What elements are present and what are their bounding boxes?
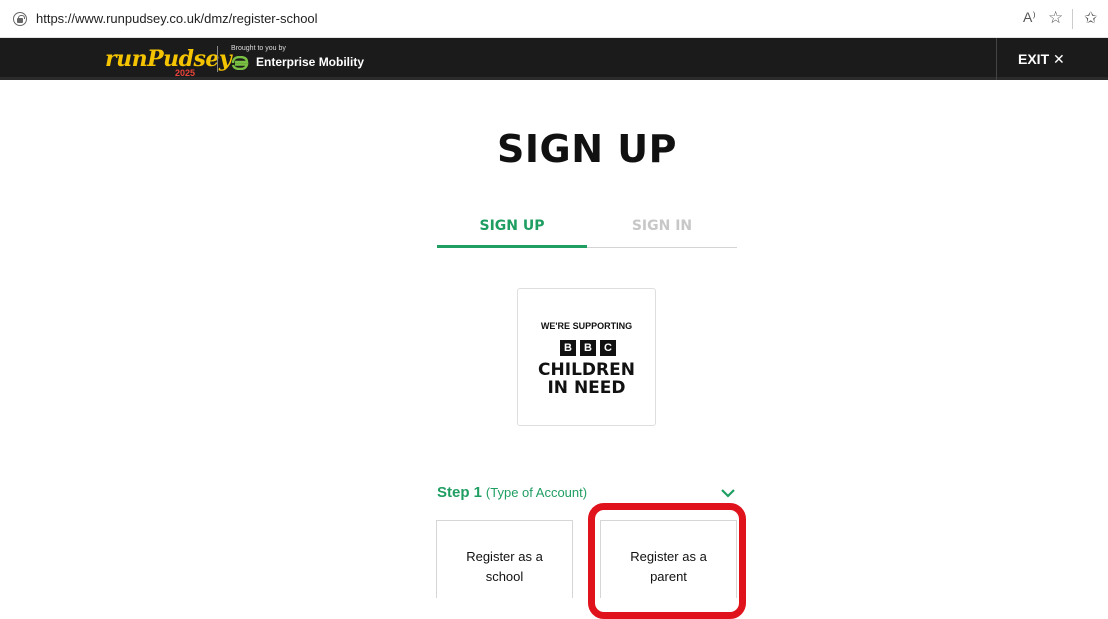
register-school-line2: school xyxy=(485,569,524,584)
exit-button[interactable]: EXIT ✕ xyxy=(1018,51,1065,68)
tab-sign-up[interactable]: SIGN UP xyxy=(437,218,587,234)
bbc-block-c: C xyxy=(600,340,616,356)
browser-address-bar: https://www.runpudsey.co.uk/dmz/register… xyxy=(0,0,1108,38)
header-divider xyxy=(217,46,218,72)
enterprise-e-icon xyxy=(231,56,249,70)
runpudsey-logo[interactable]: runPudsey xyxy=(105,46,232,72)
children-text: CHILDREN xyxy=(538,360,635,380)
step-subtitle: (Type of Account) xyxy=(485,485,588,500)
bbc-block-b2: B xyxy=(580,340,596,356)
chevron-down-icon[interactable] xyxy=(720,487,736,499)
site-header: runPudsey 2025 Brought to you by Enterpr… xyxy=(0,38,1108,80)
register-school-line1: Register as a xyxy=(466,549,543,564)
tab-sign-in[interactable]: SIGN IN xyxy=(587,218,737,234)
brought-to-you-text: Brought to you by xyxy=(231,45,286,52)
toolbar-divider xyxy=(1072,9,1073,29)
logo-year: 2025 xyxy=(175,68,196,78)
in-need-text: IN NEED xyxy=(547,378,626,398)
logo-run-text: run xyxy=(105,46,148,72)
red-highlight-box xyxy=(588,503,746,619)
active-tab-indicator xyxy=(437,245,587,248)
children-in-need-text: CHILDREN IN NEED xyxy=(518,361,655,397)
favorites-bar-icon[interactable]: ✩ xyxy=(1084,8,1097,28)
page-title: SIGN UP xyxy=(497,127,677,171)
sponsor-name: Enterprise Mobility xyxy=(256,55,365,69)
register-school-option[interactable]: Register as a school xyxy=(436,520,573,598)
supporting-text: WE'RE SUPPORTING xyxy=(540,321,633,331)
read-aloud-icon[interactable]: A⁾ xyxy=(1023,9,1036,26)
register-school-label: Register as a school xyxy=(437,547,572,587)
children-in-need-card: WE'RE SUPPORTING B B C CHILDREN IN NEED xyxy=(517,288,656,426)
step-heading[interactable]: Step 1 (Type of Account) xyxy=(437,484,587,501)
bbc-logo: B B C xyxy=(558,340,618,356)
url-text[interactable]: https://www.runpudsey.co.uk/dmz/register… xyxy=(36,11,318,26)
lock-icon[interactable] xyxy=(13,12,27,26)
favorite-star-icon[interactable]: ☆ xyxy=(1048,8,1063,28)
step-number: Step 1 xyxy=(437,484,483,501)
bbc-block-b1: B xyxy=(560,340,576,356)
auth-tabs: SIGN UP SIGN IN xyxy=(437,208,737,248)
